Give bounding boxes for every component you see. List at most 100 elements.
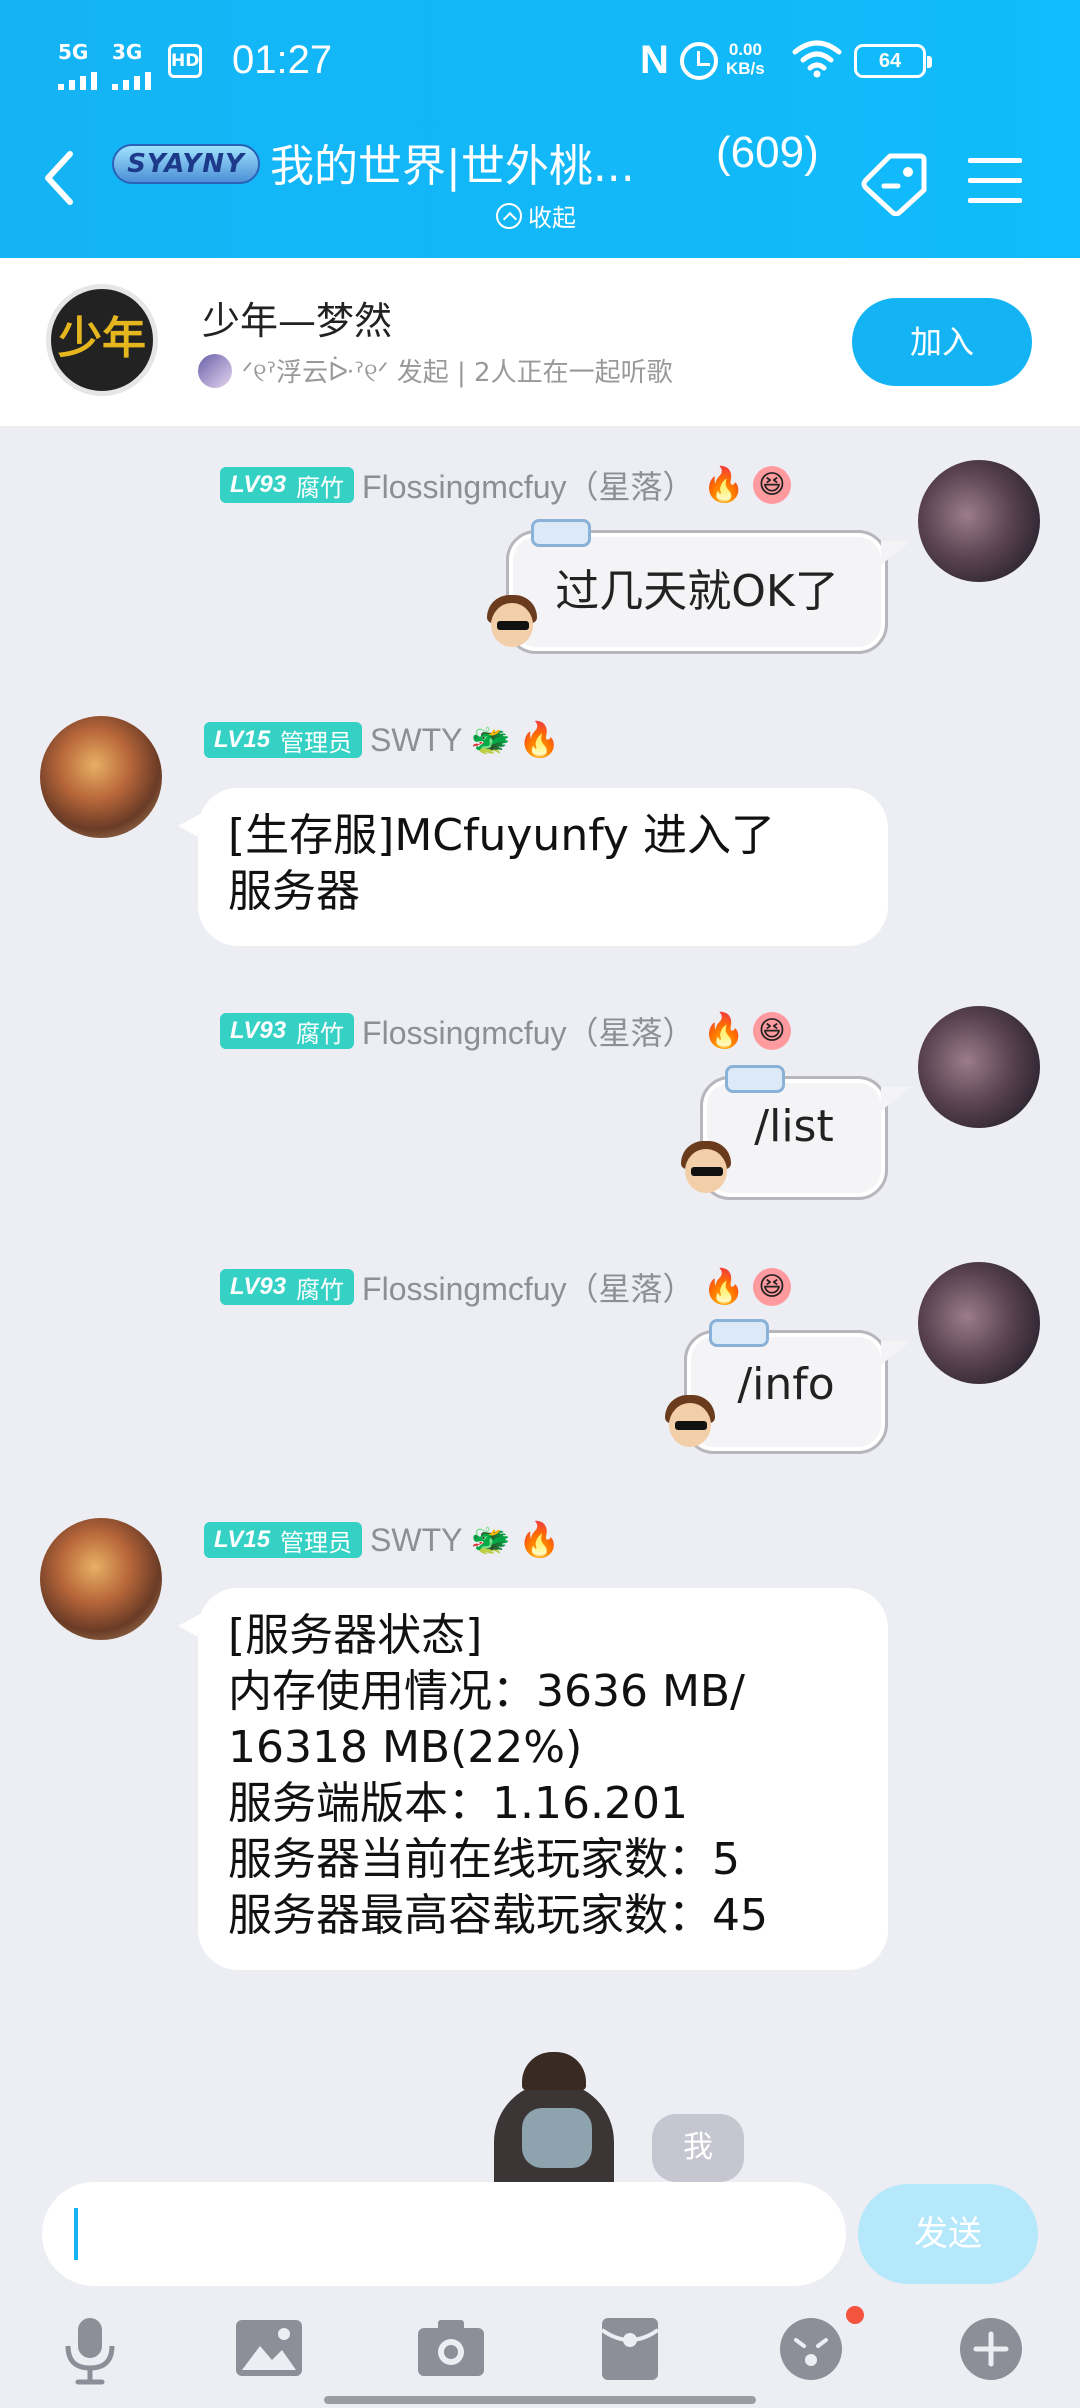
me-label: 我 — [652, 2114, 744, 2182]
message-line: [服务器状态] — [228, 1610, 483, 1661]
sticker-character[interactable] — [478, 2048, 638, 2192]
top-header: 5G 3G HD 01:27 N 0.00 KB/s 64 SYAYNY 我的世… — [0, 0, 1080, 258]
nfc-icon: N — [640, 38, 669, 82]
text-cursor — [74, 2208, 78, 2260]
song-title: 少年—梦然 — [202, 299, 393, 343]
message-line: 内存使用情况：3636 MB/ — [228, 1666, 745, 1717]
alarm-icon — [680, 42, 718, 80]
back-arrow-icon[interactable] — [44, 150, 74, 206]
sender-name[interactable]: Flossingmcfuy（星落） — [362, 462, 695, 508]
message-meta: LV93 腐竹 Flossingmcfuy（星落） 🔥 😆 — [220, 1008, 791, 1054]
bubble-character-icon — [677, 1137, 735, 1201]
collapse-label: 收起 — [528, 204, 576, 232]
listen-together-info: ᐟ୧ˀ浮云ᐕˀ୧ᐟ 发起 | 2人正在一起听歌 — [198, 352, 673, 389]
fire-icon: 🔥 — [702, 465, 745, 505]
message-meta: LV93 腐竹 Flossingmcfuy（星落） 🔥 😆 — [220, 1264, 791, 1310]
bubble-clip-decoration — [725, 1065, 785, 1093]
network-speed-value: 0.00 — [728, 40, 762, 59]
notification-dot — [846, 2306, 864, 2324]
level-badge: LV15 管理员 — [204, 722, 363, 758]
group-title[interactable]: 我的世界|世外桃... — [270, 130, 635, 194]
level-badge: LV93 腐竹 — [220, 467, 355, 503]
smile-badge-icon: 😆 — [752, 466, 791, 504]
sim1-label: 5G — [58, 40, 89, 64]
network-speed: 0.00 KB/s — [726, 40, 765, 78]
message-bubble[interactable]: 过几天就OK了 — [487, 519, 911, 654]
status-bar: 5G 3G HD 01:27 N 0.00 KB/s 64 — [0, 34, 1080, 90]
message-text: /list — [754, 1101, 834, 1152]
smile-badge-icon: 😆 — [752, 1268, 791, 1306]
fire-icon: 🔥 — [518, 1520, 561, 1560]
hd-voice-icon: HD — [168, 44, 202, 78]
sender-name[interactable]: SWTY — [370, 722, 462, 759]
chevron-up-icon — [496, 202, 522, 229]
level: LV15 — [214, 1526, 271, 1553]
home-indicator[interactable] — [324, 2396, 756, 2404]
sim2-signal-icon — [112, 72, 151, 90]
message-meta: LV15 管理员 SWTY 🐲 🔥 — [204, 1520, 561, 1560]
dragon-icon: 🐲 — [470, 1521, 511, 1559]
song-avatar: 少年 — [46, 284, 158, 396]
bubble-character-icon — [483, 591, 541, 655]
wifi-icon — [792, 40, 842, 78]
message-line: 服务端版本：1.16.201 — [228, 1778, 688, 1829]
level-badge: LV93 腐竹 — [220, 1013, 355, 1049]
fire-icon: 🔥 — [702, 1267, 745, 1307]
sim1-signal-icon — [58, 72, 97, 90]
tag-icon[interactable] — [858, 150, 930, 216]
member-title: 腐竹 — [296, 473, 345, 502]
sender-name[interactable]: Flossingmcfuy（星落） — [362, 1264, 695, 1310]
level: LV93 — [230, 1273, 287, 1300]
sender-name[interactable]: SWTY — [370, 1522, 462, 1559]
message-bubble[interactable]: [服务器状态] 内存使用情况：3636 MB/ 16318 MB(22%) 服务… — [178, 1588, 888, 1970]
message-text: 过几天就OK了 — [555, 566, 839, 617]
level: LV15 — [214, 726, 271, 753]
member-title: 管理员 — [280, 1528, 353, 1557]
plus-icon[interactable] — [958, 2316, 1024, 2382]
avatar[interactable] — [40, 716, 162, 838]
dragon-icon: 🐲 — [470, 721, 511, 759]
red-packet-icon[interactable] — [600, 2316, 660, 2382]
message-input[interactable] — [42, 2182, 846, 2286]
bubble-character-icon — [661, 1391, 719, 1455]
member-title: 管理员 — [280, 728, 353, 757]
bottom-toolbar — [0, 2300, 1080, 2408]
message-line: 服务器当前在线玩家数：5 — [228, 1834, 740, 1885]
image-icon[interactable] — [234, 2316, 304, 2380]
message-bubble[interactable]: [生存服]MCfuyunfy 进入了 服务器 — [178, 788, 888, 946]
member-title: 腐竹 — [296, 1019, 345, 1048]
fire-icon: 🔥 — [702, 1011, 745, 1051]
smile-badge-icon: 😆 — [752, 1012, 791, 1050]
clock: 01:27 — [232, 38, 333, 82]
menu-icon[interactable] — [968, 158, 1022, 218]
message-line: 16318 MB(22%) — [228, 1722, 583, 1773]
sender-name[interactable]: Flossingmcfuy（星落） — [362, 1008, 695, 1054]
bubble-clip-decoration — [531, 519, 591, 547]
message-meta: LV93 腐竹 Flossingmcfuy（星落） 🔥 😆 — [220, 462, 791, 508]
avatar[interactable] — [40, 1518, 162, 1640]
send-button[interactable]: 发送 — [858, 2184, 1038, 2284]
message-line: [生存服]MCfuyunfy 进入了 — [228, 810, 775, 861]
sim2-label: 3G — [112, 40, 143, 64]
message-text: /info — [737, 1359, 835, 1410]
message-bubble[interactable]: /info — [665, 1319, 911, 1454]
level-badge: LV93 腐竹 — [220, 1269, 355, 1305]
level-badge: LV15 管理员 — [204, 1522, 363, 1558]
message-bubble[interactable]: /list — [681, 1065, 911, 1200]
member-count: (609) — [716, 128, 819, 177]
camera-icon[interactable] — [416, 2316, 486, 2380]
listen-together-subtitle: ᐟ୧ˀ浮云ᐕˀ୧ᐟ 发起 | 2人正在一起听歌 — [242, 358, 673, 388]
message-line: 服务器最高容载玩家数：45 — [228, 1890, 768, 1941]
message-line: 服务器 — [228, 866, 360, 917]
avatar[interactable] — [918, 460, 1040, 582]
collapse-button[interactable]: 收起 — [496, 198, 576, 233]
member-title: 腐竹 — [296, 1275, 345, 1304]
group-logo: SYAYNY — [112, 144, 260, 184]
level: LV93 — [230, 1017, 287, 1044]
emoji-icon[interactable] — [778, 2316, 844, 2382]
battery-icon: 64 — [854, 44, 932, 78]
join-button[interactable]: 加入 — [852, 298, 1032, 386]
avatar[interactable] — [918, 1262, 1040, 1384]
avatar[interactable] — [918, 1006, 1040, 1128]
microphone-icon[interactable] — [58, 2316, 122, 2386]
